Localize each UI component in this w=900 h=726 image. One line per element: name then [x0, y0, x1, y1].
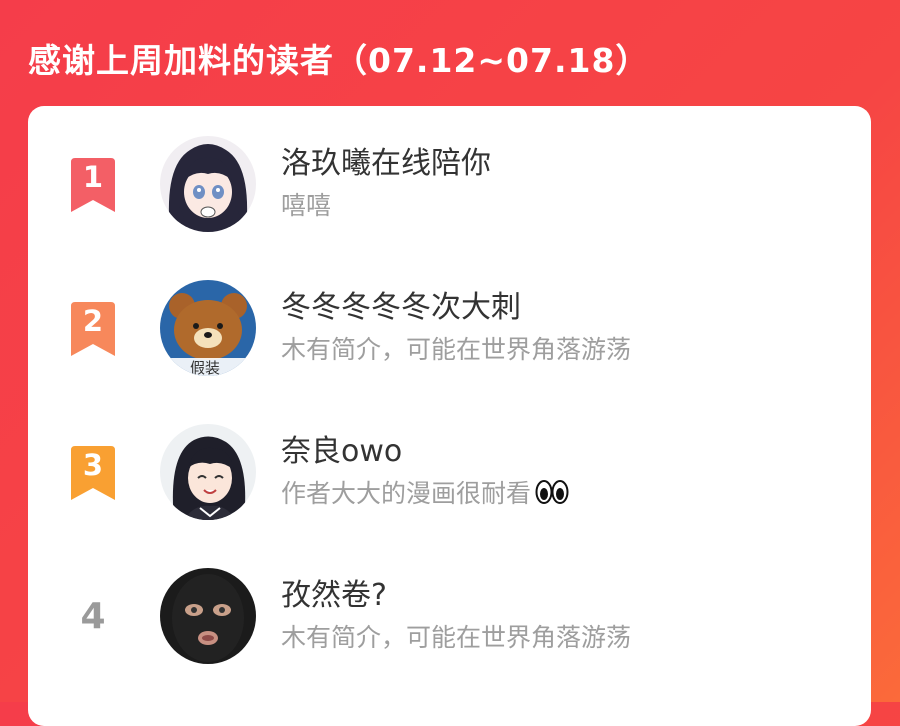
reader-bio: 木有简介，可能在世界角落游荡 [281, 335, 632, 364]
eyes-emoji-icon [535, 480, 569, 504]
balaclava-avatar[interactable] [160, 568, 256, 664]
rank-badge-1: 1 [68, 158, 118, 212]
reader-row[interactable]: 3 奈良owo 作者大大的漫画很耐看 [28, 424, 871, 544]
svg-text:假装: 假装 [190, 359, 220, 376]
reader-name[interactable]: 洛玖曦在线陪你 [281, 138, 491, 182]
bear-avatar[interactable]: 假装 [160, 280, 256, 376]
reader-row[interactable]: 4 孜然卷? 木有简介，可能在世界角落游荡 [28, 568, 871, 688]
reader-name[interactable]: 孜然卷? [281, 570, 387, 614]
reader-list-card: 1 洛玖曦在线陪你 嘻嘻 2 假装 冬冬冬冬冬次大刺 木有简介，可能在世界角落游… [28, 106, 871, 726]
anime-girl-avatar[interactable] [160, 136, 256, 232]
rank-badge-2: 2 [68, 302, 118, 356]
reader-name[interactable]: 冬冬冬冬冬次大刺 [281, 282, 521, 326]
reader-row[interactable]: 1 洛玖曦在线陪你 嘻嘻 [28, 136, 871, 256]
reader-bio: 作者大大的漫画很耐看 [281, 474, 569, 510]
rank-number-4: 4 [80, 596, 106, 637]
reader-name[interactable]: 奈良owo [281, 426, 402, 470]
page-title: 感谢上周加料的读者（07.12~07.18） [28, 41, 650, 80]
rank-badge-3: 3 [68, 446, 118, 500]
reader-bio: 木有简介，可能在世界角落游荡 [281, 623, 632, 652]
reader-row[interactable]: 2 假装 冬冬冬冬冬次大刺 木有简介，可能在世界角落游荡 [28, 280, 871, 400]
reader-bio: 嘻嘻 [281, 191, 332, 220]
anime-girl-smiling-avatar[interactable] [160, 424, 256, 520]
